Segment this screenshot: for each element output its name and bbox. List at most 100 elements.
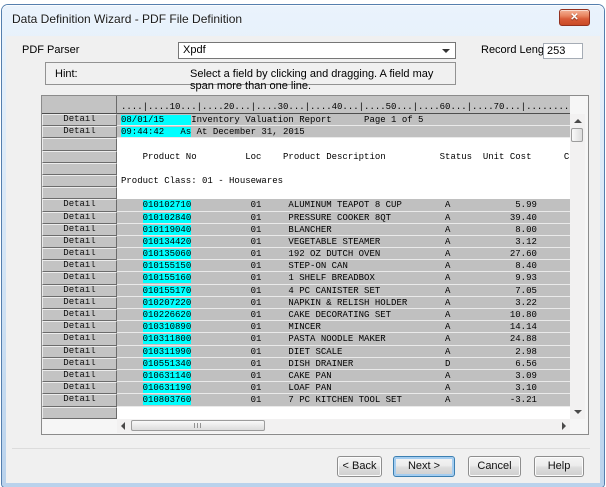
- report-line[interactable]: [117, 407, 570, 419]
- selected-field-highlight[interactable]: 010631140: [143, 371, 192, 381]
- scroll-down-icon[interactable]: [574, 410, 582, 414]
- report-line[interactable]: 010119040 01 BLANCHER A 8.00: [117, 224, 570, 236]
- selected-field-highlight[interactable]: 010311800: [143, 334, 192, 344]
- report-line[interactable]: 010311800 01 PASTA NOODLE MAKER A 24.88: [117, 333, 570, 345]
- chevron-down-icon: [442, 49, 450, 53]
- report-line[interactable]: [117, 138, 570, 150]
- button-separator: [12, 448, 590, 449]
- report-line[interactable]: Product No Loc Product Description Statu…: [117, 151, 570, 163]
- selected-field-highlight[interactable]: 010226620: [143, 310, 192, 320]
- row-label-cell: [42, 175, 117, 187]
- hint-text: Select a field by clicking and dragging.…: [190, 68, 455, 92]
- row-label-cell: Detail: [42, 248, 117, 260]
- scroll-left-icon[interactable]: [121, 422, 125, 430]
- selected-field-highlight[interactable]: 010135060: [143, 249, 192, 259]
- cancel-button[interactable]: Cancel: [468, 456, 521, 477]
- report-line[interactable]: [117, 163, 570, 175]
- report-line[interactable]: 010803760 01 7 PC KITCHEN TOOL SET A -3.…: [117, 394, 570, 406]
- dialog-body: PDF Parser Xpdf Record Length Hint: Sele…: [6, 36, 600, 483]
- row-label-cell: Detail: [42, 236, 117, 248]
- row-label-cell: Detail: [42, 285, 117, 297]
- report-line[interactable]: 010631140 01 CAKE PAN A 3.09: [117, 370, 570, 382]
- grid-corner-cell: [42, 96, 117, 114]
- report-line[interactable]: 08/01/15 Inventory Valuation Report Page…: [117, 114, 570, 126]
- horizontal-scroll-thumb[interactable]: [131, 420, 265, 431]
- report-line[interactable]: 010155170 01 4 PC CANISTER SET A 7.05: [117, 285, 570, 297]
- row-label-cell: Detail: [42, 382, 117, 394]
- scroll-right-icon[interactable]: [562, 422, 566, 430]
- title-bar[interactable]: Data Definition Wizard - PDF File Defini…: [2, 5, 604, 36]
- row-label-cell: Detail: [42, 370, 117, 382]
- row-label-cell: [42, 151, 117, 163]
- selected-field-highlight[interactable]: 010102840: [143, 213, 192, 223]
- report-line[interactable]: 010631190 01 LOAF PAN A 3.10: [117, 382, 570, 394]
- selected-field-highlight[interactable]: 010119040: [143, 225, 192, 235]
- selected-field-highlight[interactable]: 08/01/15: [121, 115, 191, 125]
- row-label-cell: Detail: [42, 199, 117, 211]
- selected-field-highlight[interactable]: 010311990: [143, 347, 192, 357]
- row-label-cell: Detail: [42, 114, 117, 126]
- selected-field-highlight[interactable]: 010134420: [143, 237, 192, 247]
- report-line[interactable]: 010155160 01 1 SHELF BREADBOX A 9.93: [117, 272, 570, 284]
- next-button[interactable]: Next >: [393, 456, 455, 477]
- hint-box: Hint: Select a field by clicking and dra…: [45, 62, 456, 85]
- help-button[interactable]: Help: [534, 456, 584, 477]
- report-line[interactable]: 010551340 01 DISH DRAINER D 6.56: [117, 358, 570, 370]
- row-label-cell: Detail: [42, 126, 117, 138]
- report-line[interactable]: 010155150 01 STEP-ON CAN A 8.40: [117, 260, 570, 272]
- vertical-scroll-thumb[interactable]: [571, 128, 583, 142]
- row-label-cell: Detail: [42, 333, 117, 345]
- report-line[interactable]: Product Class: 01 - Housewares: [117, 175, 570, 187]
- record-length-input[interactable]: [543, 43, 583, 59]
- scroll-up-icon[interactable]: [574, 119, 582, 123]
- row-label-cell: [42, 163, 117, 175]
- report-line[interactable]: 010102710 01 ALUMINUM TEAPOT 8 CUP A 5.9…: [117, 199, 570, 211]
- selected-field-highlight[interactable]: 010551340: [143, 359, 192, 369]
- close-icon: ✕: [560, 10, 589, 25]
- report-line[interactable]: 09:44:42 As At December 31, 2015: [117, 126, 570, 138]
- back-button[interactable]: < Back: [337, 456, 382, 477]
- row-label-cell: [42, 407, 117, 419]
- row-label-cell: Detail: [42, 309, 117, 321]
- selected-field-highlight[interactable]: 010803760: [143, 395, 192, 405]
- report-line[interactable]: 010134420 01 VEGETABLE STEAMER A 3.12: [117, 236, 570, 248]
- report-text-area[interactable]: 08/01/15 Inventory Valuation Report Page…: [117, 114, 570, 419]
- window-title: Data Definition Wizard - PDF File Defini…: [12, 5, 242, 34]
- report-line[interactable]: [117, 187, 570, 199]
- row-label-cell: Detail: [42, 297, 117, 309]
- selected-field-highlight[interactable]: 010102710: [143, 200, 192, 210]
- row-label-cell: Detail: [42, 212, 117, 224]
- close-button[interactable]: ✕: [559, 9, 590, 26]
- row-label-cell: Detail: [42, 394, 117, 406]
- report-line[interactable]: 010102840 01 PRESSURE COOKER 8QT A 39.40: [117, 212, 570, 224]
- row-label-cell: Detail: [42, 272, 117, 284]
- row-label-cell: [42, 187, 117, 199]
- selected-field-highlight[interactable]: 010631190: [143, 383, 192, 393]
- row-label-cell: Detail: [42, 224, 117, 236]
- report-line[interactable]: 010135060 01 192 OZ DUTCH OVEN A 27.60: [117, 248, 570, 260]
- selected-field-highlight[interactable]: 010155160: [143, 273, 192, 283]
- report-line[interactable]: 010310890 01 MINCER A 14.14: [117, 321, 570, 333]
- row-label-cell: Detail: [42, 358, 117, 370]
- selected-field-highlight[interactable]: 010207220: [143, 298, 192, 308]
- vertical-scrollbar[interactable]: [570, 114, 585, 419]
- row-label-cell: Detail: [42, 260, 117, 272]
- report-line[interactable]: 010226620 01 CAKE DECORATING SET A 10.80: [117, 309, 570, 321]
- row-type-column: DetailDetailDetailDetailDetailDetailDeta…: [42, 114, 117, 419]
- pdf-parser-label: PDF Parser: [22, 44, 79, 56]
- selected-field-highlight[interactable]: 010155150: [143, 261, 192, 271]
- row-label-cell: [42, 138, 117, 150]
- hint-label: Hint:: [55, 68, 78, 80]
- pdf-parser-value: Xpdf: [183, 44, 206, 56]
- report-line[interactable]: 010207220 01 NAPKIN & RELISH HOLDER A 3.…: [117, 297, 570, 309]
- selected-field-highlight[interactable]: 010310890: [143, 322, 192, 332]
- horizontal-scrollbar[interactable]: [117, 419, 570, 433]
- selected-field-highlight[interactable]: 010155170: [143, 286, 192, 296]
- pdf-preview-grid: ....|....10...|....20...|....30...|....4…: [41, 95, 589, 435]
- row-label-cell: Detail: [42, 321, 117, 333]
- row-label-cell: Detail: [42, 346, 117, 358]
- dialog-window: Data Definition Wizard - PDF File Defini…: [2, 5, 604, 487]
- report-line[interactable]: 010311990 01 DIET SCALE A 2.98: [117, 346, 570, 358]
- selected-field-highlight[interactable]: 09:44:42 As: [121, 127, 191, 137]
- pdf-parser-select[interactable]: Xpdf: [178, 42, 456, 59]
